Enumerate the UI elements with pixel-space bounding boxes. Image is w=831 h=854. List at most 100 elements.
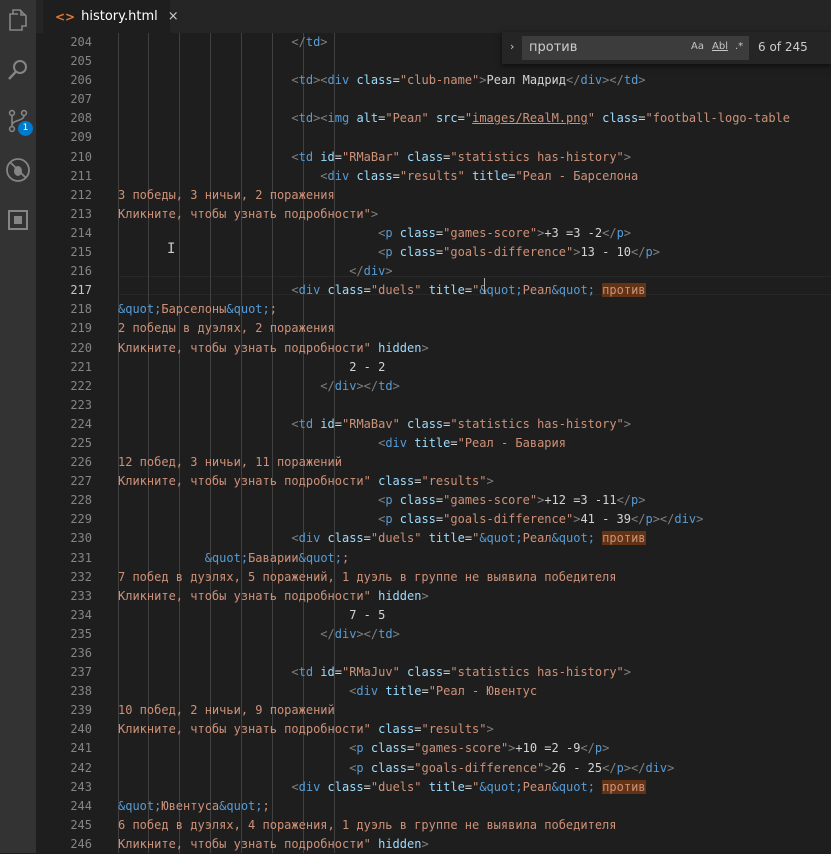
code-token: &quot; [298,550,342,565]
code-editor[interactable]: </td> <td><div class="club-name">Реал Ма… [118,33,831,854]
code-line[interactable]: <p class="games-score">+3 =3 -2</p> [118,224,831,243]
code-line[interactable]: Кликните, чтобы узнать подробности" hidd… [118,339,831,358]
code-line[interactable]: <td id="RMaJuv" class="statistics has-hi… [118,663,831,682]
code-token: = [457,111,465,126]
line-number: 217 [70,283,92,298]
code-line[interactable] [118,90,831,109]
code-line[interactable]: <div class="duels" title="&quot;Реал&quo… [118,778,831,797]
use-regex-icon[interactable]: .* [735,41,743,52]
code-line[interactable]: </div></td> [118,377,831,396]
code-line[interactable]: <td><div class="club-name">Реал Мадрид</… [118,71,831,90]
code-line[interactable]: Кликните, чтобы узнать подробности"> [118,205,831,224]
code-token: hidden [370,836,422,851]
code-line[interactable]: <div class="results" title="Реал - Барсе… [118,167,831,186]
code-token: < [291,149,299,164]
code-token: class [349,73,393,88]
code-line[interactable]: 7 - 5 [118,606,831,625]
code-line[interactable]: <div class="duels" title="&quot;Реал&quo… [118,529,831,548]
code-line[interactable]: Кликните, чтобы узнать подробности" clas… [118,472,831,491]
code-line[interactable] [118,128,831,147]
code-line[interactable]: 7 побед в дуэлях, 5 поражений, 1 дуэль в… [118,568,831,587]
code-line[interactable]: <p class="goals-difference">26 - 25</p><… [118,759,831,778]
code-line[interactable]: <div title="Реал - Бавария [118,434,831,453]
code-token: > [602,741,610,756]
code-token: > [486,474,494,489]
code-line[interactable]: <div title="Реал - Ювентус [118,682,831,701]
code-token: +3 =3 -2 [544,225,603,240]
code-token: &quot; [551,779,595,794]
line-number: 214 [70,225,92,240]
code-token: &quot; [118,798,162,813]
tab-history-html[interactable]: <> history.html × [43,0,179,33]
code-token: div [298,531,321,546]
code-line[interactable] [118,644,831,663]
code-token: 41 - 39 [580,512,632,527]
code-line[interactable]: <div class="duels" title="&quot;Реал&quo… [118,281,831,300]
code-line[interactable]: <p class="games-score">+12 =3 -11</p> [118,491,831,510]
code-line[interactable]: Кликните, чтобы узнать подробности" clas… [118,720,831,739]
match-whole-word-icon[interactable]: Abl [712,41,728,52]
code-token: < [291,73,299,88]
code-token: Кликните, чтобы узнать подробности" [118,722,371,737]
code-line[interactable]: </div> [118,262,831,281]
code-line[interactable]: &quot;Ювентуса&quot;; [118,797,831,816]
code-line[interactable]: <p class="goals-difference">13 - 10</p> [118,243,831,262]
code-token: div [674,512,697,527]
code-token: p [356,760,364,775]
code-token: < [291,531,299,546]
code-token: > [638,73,646,88]
tab-label: history.html [81,9,158,24]
code-line[interactable]: &quot;Барселоны&quot;; [118,300,831,319]
close-icon[interactable]: × [168,9,179,24]
line-number: 246 [70,836,92,851]
code-line[interactable]: <p class="games-score">+10 =2 -9</p> [118,739,831,758]
code-line[interactable]: 10 побед, 2 ничьи, 9 поражений [118,701,831,720]
code-line[interactable]: 6 побед в дуэлях, 4 поражения, 1 дуэль в… [118,816,831,835]
source-control-icon[interactable] [0,101,36,141]
code-token: ></ [652,512,675,527]
code-line[interactable]: 12 побед, 3 ничьи, 11 поражений [118,453,831,472]
code-token: Кликните, чтобы узнать подробности" [118,836,371,851]
code-token: hidden [370,340,422,355]
mouse-ibeam-icon: I [167,241,176,257]
find-input[interactable]: против Aa Abl .* [522,36,749,60]
search-icon[interactable] [0,50,36,90]
line-number: 224 [70,416,92,431]
code-token: " [587,111,595,126]
code-line[interactable] [118,396,831,415]
code-token: "games-score" [443,493,538,508]
code-line[interactable]: 2 победы в дуэлях, 2 поражения [118,319,831,338]
debug-icon[interactable] [0,150,36,190]
code-line[interactable]: <p class="goals-difference">41 - 39</p><… [118,510,831,529]
code-token: id [313,416,335,431]
toggle-replace-chevron-icon[interactable]: › [510,40,514,53]
code-line[interactable]: 3 победы, 3 ничьи, 2 поражения [118,186,831,205]
code-line[interactable]: <td><img alt="Реал" src="images/RealM.pn… [118,109,831,128]
code-token: 26 - 25 [551,760,603,775]
code-token: Баварии [248,550,299,565]
code-line[interactable]: Кликните, чтобы узнать подробности" hidd… [118,835,831,854]
code-token: class [392,245,436,260]
code-token: "games-score" [443,225,538,240]
code-token: p [645,512,653,527]
code-token: > [652,245,660,260]
code-token: > [320,35,328,49]
code-line[interactable]: <td id="RMaBav" class="statistics has-hi… [118,415,831,434]
code-token: Реал [522,779,552,794]
code-token: &quot; [479,283,523,298]
code-token: 7 - 5 [118,607,386,622]
code-token: < [291,665,299,680]
extensions-icon[interactable] [0,200,36,240]
code-line[interactable]: Кликните, чтобы узнать подробности" hidd… [118,587,831,606]
code-line[interactable]: <td id="RMaBar" class="statistics has-hi… [118,148,831,167]
match-case-icon[interactable]: Aa [691,41,704,52]
code-line[interactable]: &quot;Баварии&quot;; [118,549,831,568]
code-token: Кликните, чтобы узнать подробности" [118,340,371,355]
code-line[interactable]: 2 - 2 [118,358,831,377]
explorer-icon[interactable] [0,0,36,40]
code-line[interactable]: </div></td> [118,625,831,644]
